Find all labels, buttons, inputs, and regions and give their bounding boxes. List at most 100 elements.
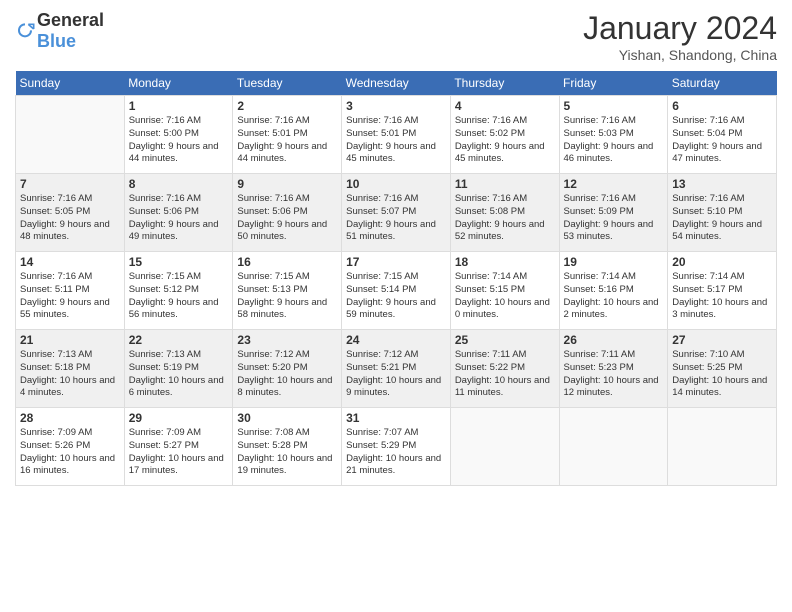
day-info: Sunrise: 7:12 AMSunset: 5:20 PMDaylight:… [237,349,337,400]
day-info: Sunrise: 7:11 AMSunset: 5:23 PMDaylight:… [564,349,664,400]
day-number: 31 [346,411,446,425]
day-number: 14 [20,255,120,269]
calendar-cell: 20Sunrise: 7:14 AMSunset: 5:17 PMDayligh… [668,252,777,330]
calendar-cell [450,408,559,486]
day-number: 7 [20,177,120,191]
day-number: 17 [346,255,446,269]
day-number: 1 [129,99,229,113]
day-info: Sunrise: 7:16 AMSunset: 5:10 PMDaylight:… [672,193,772,244]
calendar-cell: 22Sunrise: 7:13 AMSunset: 5:19 PMDayligh… [124,330,233,408]
logo-text: General Blue [37,10,104,52]
month-title: January 2024 [583,10,777,47]
calendar-cell: 11 Sunrise: 7:16 AMSunset: 5:08 PMDayligh… [450,174,559,252]
weekday-header: Monday [124,71,233,96]
day-number: 9 [237,177,337,191]
day-number: 12 [564,177,664,191]
day-info: Sunrise: 7:16 AMSunset: 5:03 PMDaylight:… [564,115,664,166]
calendar-cell: 4 Sunrise: 7:16 AMSunset: 5:02 PMDaylight… [450,96,559,174]
day-number: 30 [237,411,337,425]
calendar-cell: 8 Sunrise: 7:16 AMSunset: 5:06 PMDaylight… [124,174,233,252]
calendar-cell: 18 Sunrise: 7:14 AMSunset: 5:15 PMDayligh… [450,252,559,330]
day-number: 19 [564,255,664,269]
day-number: 4 [455,99,555,113]
day-number: 26 [564,333,664,347]
calendar-cell: 2 Sunrise: 7:16 AMSunset: 5:01 PMDaylight… [233,96,342,174]
weekday-header: Tuesday [233,71,342,96]
calendar-cell: 25Sunrise: 7:11 AMSunset: 5:22 PMDayligh… [450,330,559,408]
calendar-week-row: 28 Sunrise: 7:09 AMSunset: 5:26 PMDayligh… [16,408,777,486]
calendar-table: SundayMondayTuesdayWednesdayThursdayFrid… [15,71,777,486]
day-info: Sunrise: 7:16 AMSunset: 5:11 PMDaylight:… [20,271,120,322]
calendar-cell: 7 Sunrise: 7:16 AMSunset: 5:05 PMDaylight… [16,174,125,252]
calendar-cell: 12 Sunrise: 7:16 AMSunset: 5:09 PMDayligh… [559,174,668,252]
day-info: Sunrise: 7:12 AMSunset: 5:21 PMDaylight:… [346,349,446,400]
day-info: Sunrise: 7:16 AMSunset: 5:01 PMDaylight:… [237,115,337,166]
logo-icon [15,21,35,41]
calendar-cell: 3Sunrise: 7:16 AMSunset: 5:01 PMDaylight… [342,96,451,174]
weekday-header: Thursday [450,71,559,96]
day-info: Sunrise: 7:16 AMSunset: 5:05 PMDaylight:… [20,193,120,244]
weekday-header: Sunday [16,71,125,96]
day-info: Sunrise: 7:16 AMSunset: 5:07 PMDaylight:… [346,193,446,244]
day-number: 8 [129,177,229,191]
calendar-cell: 15 Sunrise: 7:15 AMSunset: 5:12 PMDayligh… [124,252,233,330]
day-info: Sunrise: 7:15 AMSunset: 5:12 PMDaylight:… [129,271,229,322]
day-info: Sunrise: 7:07 AMSunset: 5:29 PMDaylight:… [346,427,446,478]
logo-general: General [37,10,104,30]
calendar-cell: 5Sunrise: 7:16 AMSunset: 5:03 PMDaylight… [559,96,668,174]
calendar-cell: 29 Sunrise: 7:09 AMSunset: 5:27 PMDayligh… [124,408,233,486]
calendar-week-row: 7 Sunrise: 7:16 AMSunset: 5:05 PMDaylight… [16,174,777,252]
day-number: 28 [20,411,120,425]
calendar-cell [559,408,668,486]
day-number: 6 [672,99,772,113]
logo-blue: Blue [37,31,76,51]
day-info: Sunrise: 7:15 AMSunset: 5:14 PMDaylight:… [346,271,446,322]
calendar-cell: 16Sunrise: 7:15 AMSunset: 5:13 PMDayligh… [233,252,342,330]
calendar-cell: 24Sunrise: 7:12 AMSunset: 5:21 PMDayligh… [342,330,451,408]
calendar-cell: 17 Sunrise: 7:15 AMSunset: 5:14 PMDayligh… [342,252,451,330]
day-number: 27 [672,333,772,347]
day-info: Sunrise: 7:16 AMSunset: 5:08 PMDaylight:… [455,193,555,244]
calendar-cell [16,96,125,174]
weekday-header: Friday [559,71,668,96]
calendar-cell: 6 Sunrise: 7:16 AMSunset: 5:04 PMDaylight… [668,96,777,174]
day-info: Sunrise: 7:14 AMSunset: 5:15 PMDaylight:… [455,271,555,322]
calendar-week-row: 14 Sunrise: 7:16 AMSunset: 5:11 PMDayligh… [16,252,777,330]
calendar-cell [668,408,777,486]
day-number: 13 [672,177,772,191]
day-info: Sunrise: 7:16 AMSunset: 5:04 PMDaylight:… [672,115,772,166]
calendar-cell: 30 Sunrise: 7:08 AMSunset: 5:28 PMDayligh… [233,408,342,486]
day-number: 20 [672,255,772,269]
calendar-cell: 9 Sunrise: 7:16 AMSunset: 5:06 PMDaylight… [233,174,342,252]
day-number: 23 [237,333,337,347]
day-info: Sunrise: 7:16 AMSunset: 5:06 PMDaylight:… [237,193,337,244]
day-number: 18 [455,255,555,269]
day-number: 3 [346,99,446,113]
calendar-cell: 27Sunrise: 7:10 AMSunset: 5:25 PMDayligh… [668,330,777,408]
day-info: Sunrise: 7:16 AMSunset: 5:02 PMDaylight:… [455,115,555,166]
logo: General Blue [15,10,104,52]
day-info: Sunrise: 7:16 AMSunset: 5:09 PMDaylight:… [564,193,664,244]
day-number: 11 [455,177,555,191]
day-info: Sunrise: 7:15 AMSunset: 5:13 PMDaylight:… [237,271,337,322]
calendar-cell: 28 Sunrise: 7:09 AMSunset: 5:26 PMDayligh… [16,408,125,486]
calendar-cell: 19Sunrise: 7:14 AMSunset: 5:16 PMDayligh… [559,252,668,330]
day-number: 15 [129,255,229,269]
day-info: Sunrise: 7:08 AMSunset: 5:28 PMDaylight:… [237,427,337,478]
weekday-header: Saturday [668,71,777,96]
calendar-cell: 26 Sunrise: 7:11 AMSunset: 5:23 PMDayligh… [559,330,668,408]
day-number: 25 [455,333,555,347]
day-number: 21 [20,333,120,347]
day-number: 29 [129,411,229,425]
calendar-cell: 1Sunrise: 7:16 AMSunset: 5:00 PMDaylight… [124,96,233,174]
day-info: Sunrise: 7:16 AMSunset: 5:06 PMDaylight:… [129,193,229,244]
header: General Blue January 2024 Yishan, Shando… [15,10,777,63]
weekday-header-row: SundayMondayTuesdayWednesdayThursdayFrid… [16,71,777,96]
day-info: Sunrise: 7:09 AMSunset: 5:26 PMDaylight:… [20,427,120,478]
calendar-week-row: 1Sunrise: 7:16 AMSunset: 5:00 PMDaylight… [16,96,777,174]
day-info: Sunrise: 7:09 AMSunset: 5:27 PMDaylight:… [129,427,229,478]
day-number: 10 [346,177,446,191]
calendar-cell: 31 Sunrise: 7:07 AMSunset: 5:29 PMDayligh… [342,408,451,486]
day-number: 2 [237,99,337,113]
title-section: January 2024 Yishan, Shandong, China [583,10,777,63]
